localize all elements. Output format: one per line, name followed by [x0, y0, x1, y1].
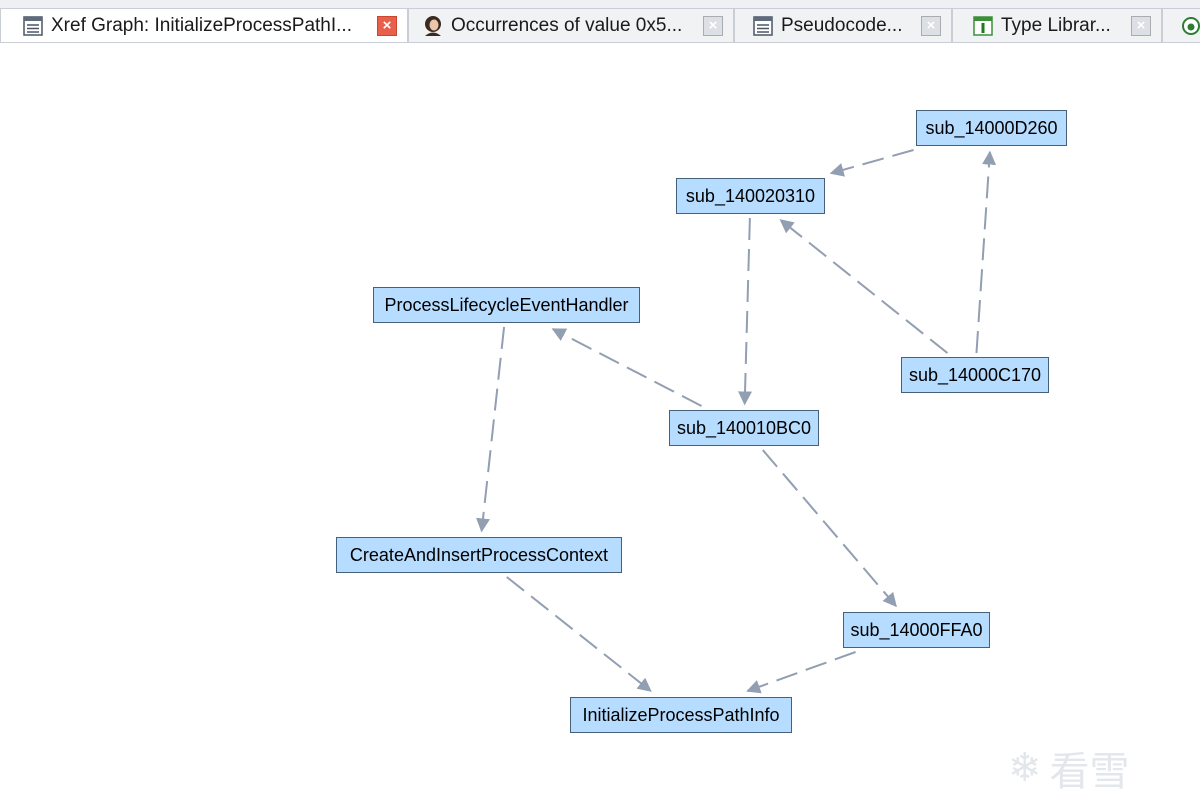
edge-sub_14000FFA0-to-InitializeProcessPathInfo: [746, 651, 856, 694]
tab-type-library[interactable]: Type Librar... ×: [952, 8, 1162, 42]
watermark-text: 看雪: [1049, 749, 1130, 795]
node-sub-14000ffa0[interactable]: sub_14000FFA0: [843, 612, 990, 648]
tab-occurrences[interactable]: Occurrences of value 0x5... ×: [408, 8, 734, 42]
tab-label: Pseudocode...: [781, 14, 903, 36]
close-icon[interactable]: ×: [1131, 15, 1151, 36]
node-initialize-process-path-info[interactable]: InitializeProcessPathInfo: [570, 697, 792, 733]
tab-label: Occurrences of value 0x5...: [451, 14, 683, 36]
node-sub-14000c170[interactable]: sub_14000C170: [901, 357, 1049, 393]
close-icon[interactable]: ×: [921, 15, 941, 36]
tab-xref-graph[interactable]: Xref Graph: InitializeProcessPathI... ×: [0, 8, 408, 42]
edge-CreateAndInsertProcessContext-to-InitializeProcessPathInfo: [506, 576, 652, 692]
node-sub-140010bc0[interactable]: sub_140010BC0: [669, 410, 819, 446]
watermark: ❄ 看雪: [1008, 733, 1188, 803]
edge-ProcessLifecycleEventHandler-to-CreateAndInsertProcessContext: [476, 326, 506, 533]
node-process-lifecycle-event-handler[interactable]: ProcessLifecycleEventHandler: [373, 287, 640, 323]
circle-icon: [1181, 16, 1200, 36]
tab-label: Xref Graph: InitializeProcessPathI...: [51, 15, 352, 36]
listing-icon: [753, 15, 773, 36]
edge-sub_140010BC0-to-ProcessLifecycleEventHandler: [551, 328, 702, 407]
node-sub-14000d260[interactable]: sub_14000D260: [916, 110, 1067, 146]
listing-icon: [23, 16, 43, 36]
close-icon[interactable]: ×: [703, 15, 723, 36]
tab-overflow[interactable]: [1162, 8, 1200, 42]
xref-graph-canvas[interactable]: sub_14000D260 sub_140020310 ProcessLifec…: [0, 43, 1200, 795]
type-library-icon: [973, 15, 993, 36]
portrait-icon: [423, 15, 443, 36]
edge-sub_14000C170-to-sub_140020310: [779, 219, 949, 354]
node-sub-140020310[interactable]: sub_140020310: [676, 178, 825, 214]
snowflake-icon: ❄: [1008, 745, 1042, 791]
edge-sub_140020310-to-sub_140010BC0: [738, 217, 753, 406]
tab-label: Type Librar...: [1001, 14, 1111, 36]
graph-edges: [476, 149, 997, 694]
edge-sub_14000C170-to-sub_14000D260: [975, 150, 997, 354]
close-icon[interactable]: ×: [377, 16, 397, 36]
node-create-and-insert-process-context[interactable]: CreateAndInsertProcessContext: [336, 537, 622, 573]
edge-sub_140010BC0-to-sub_14000FFA0: [762, 449, 897, 608]
tab-bar: Xref Graph: InitializeProcessPathI... × …: [0, 0, 1200, 43]
edge-sub_14000D260-to-sub_140020310: [829, 149, 914, 177]
tab-pseudocode[interactable]: Pseudocode... ×: [734, 8, 952, 42]
